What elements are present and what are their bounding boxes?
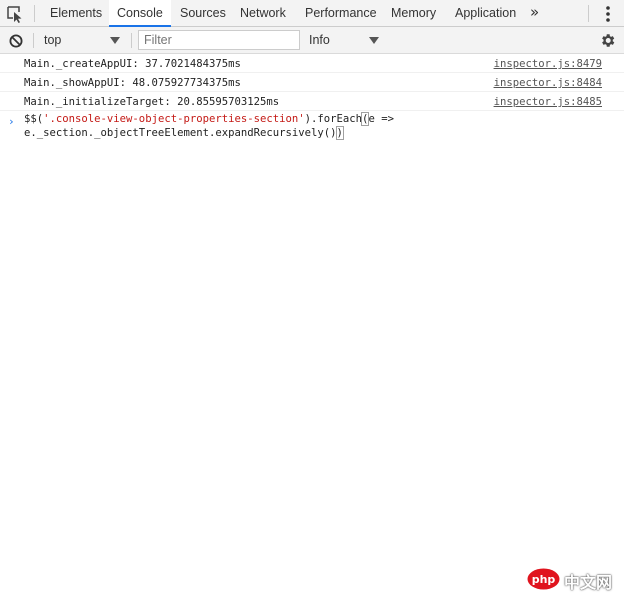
tab-performance[interactable]: Performance <box>305 0 377 26</box>
prompt-input-line-2[interactable]: e._section._objectTreeElement.expandRecu… <box>24 126 344 140</box>
devtools-tab-bar: Elements Console Sources Network Perform… <box>0 0 624 27</box>
dropdown-arrow-icon <box>110 37 120 44</box>
prompt-chevron-icon: › <box>8 115 15 128</box>
tab-console[interactable]: Console <box>109 0 171 27</box>
inspect-element-icon[interactable] <box>5 4 25 24</box>
code-token: ).forEach <box>304 113 363 125</box>
console-messages: Main._createAppUI: 37.7021484375ms inspe… <box>0 54 624 147</box>
php-cn-watermark: php 中文网 <box>527 566 619 594</box>
context-select[interactable]: top <box>40 31 124 50</box>
clear-console-icon[interactable] <box>9 33 23 48</box>
tab-memory[interactable]: Memory <box>391 0 436 26</box>
console-message-source-link[interactable]: inspector.js:8485 <box>494 93 602 112</box>
console-toolbar: top Info <box>0 27 624 54</box>
code-string-token: '.console-view-object-properties-section… <box>43 113 305 125</box>
toolbar-separator <box>33 33 34 48</box>
filter-input[interactable] <box>138 30 300 50</box>
console-message: Main._initializeTarget: 20.85595703125ms… <box>0 92 624 111</box>
dropdown-arrow-icon <box>369 37 379 44</box>
context-select-value: top <box>44 33 62 47</box>
tab-sources[interactable]: Sources <box>180 0 226 26</box>
code-token: $$( <box>24 113 44 125</box>
console-message-text: Main._initializeTarget: 20.85595703125ms <box>24 96 280 108</box>
console-prompt[interactable]: › $$('.console-view-object-properties-se… <box>0 111 624 147</box>
console-message-text: Main._createAppUI: 37.7021484375ms <box>24 58 241 70</box>
console-message: Main._showAppUI: 48.075927734375ms inspe… <box>0 73 624 92</box>
code-token: e => <box>368 113 394 125</box>
console-message-text: Main._showAppUI: 48.075927734375ms <box>24 77 241 89</box>
gear-icon[interactable] <box>599 32 616 49</box>
tab-separator <box>34 5 35 22</box>
tab-elements[interactable]: Elements <box>50 0 102 26</box>
toolbar-separator <box>131 33 132 48</box>
log-level-value: Info <box>309 33 330 47</box>
log-level-select[interactable]: Info <box>305 31 383 50</box>
console-message-source-link[interactable]: inspector.js:8479 <box>494 55 602 74</box>
code-bracket-highlight: ) <box>335 126 344 140</box>
tab-separator <box>588 5 589 22</box>
tab-network[interactable]: Network <box>240 0 286 26</box>
tab-application[interactable]: Application <box>455 0 516 26</box>
php-logo-text: php <box>532 573 556 586</box>
watermark-text: 中文网 <box>564 573 613 592</box>
code-token: e._section._objectTreeElement.expandRecu… <box>24 127 337 139</box>
php-logo-icon: php <box>527 568 560 590</box>
more-tabs-icon[interactable]: » <box>530 2 546 22</box>
prompt-input-line-1[interactable]: $$('.console-view-object-properties-sect… <box>24 112 394 126</box>
console-message: Main._createAppUI: 37.7021484375ms inspe… <box>0 54 624 73</box>
vertical-dots-icon[interactable] <box>600 4 616 24</box>
console-message-source-link[interactable]: inspector.js:8484 <box>494 74 602 93</box>
devtools-window: Elements Console Sources Network Perform… <box>0 0 624 601</box>
